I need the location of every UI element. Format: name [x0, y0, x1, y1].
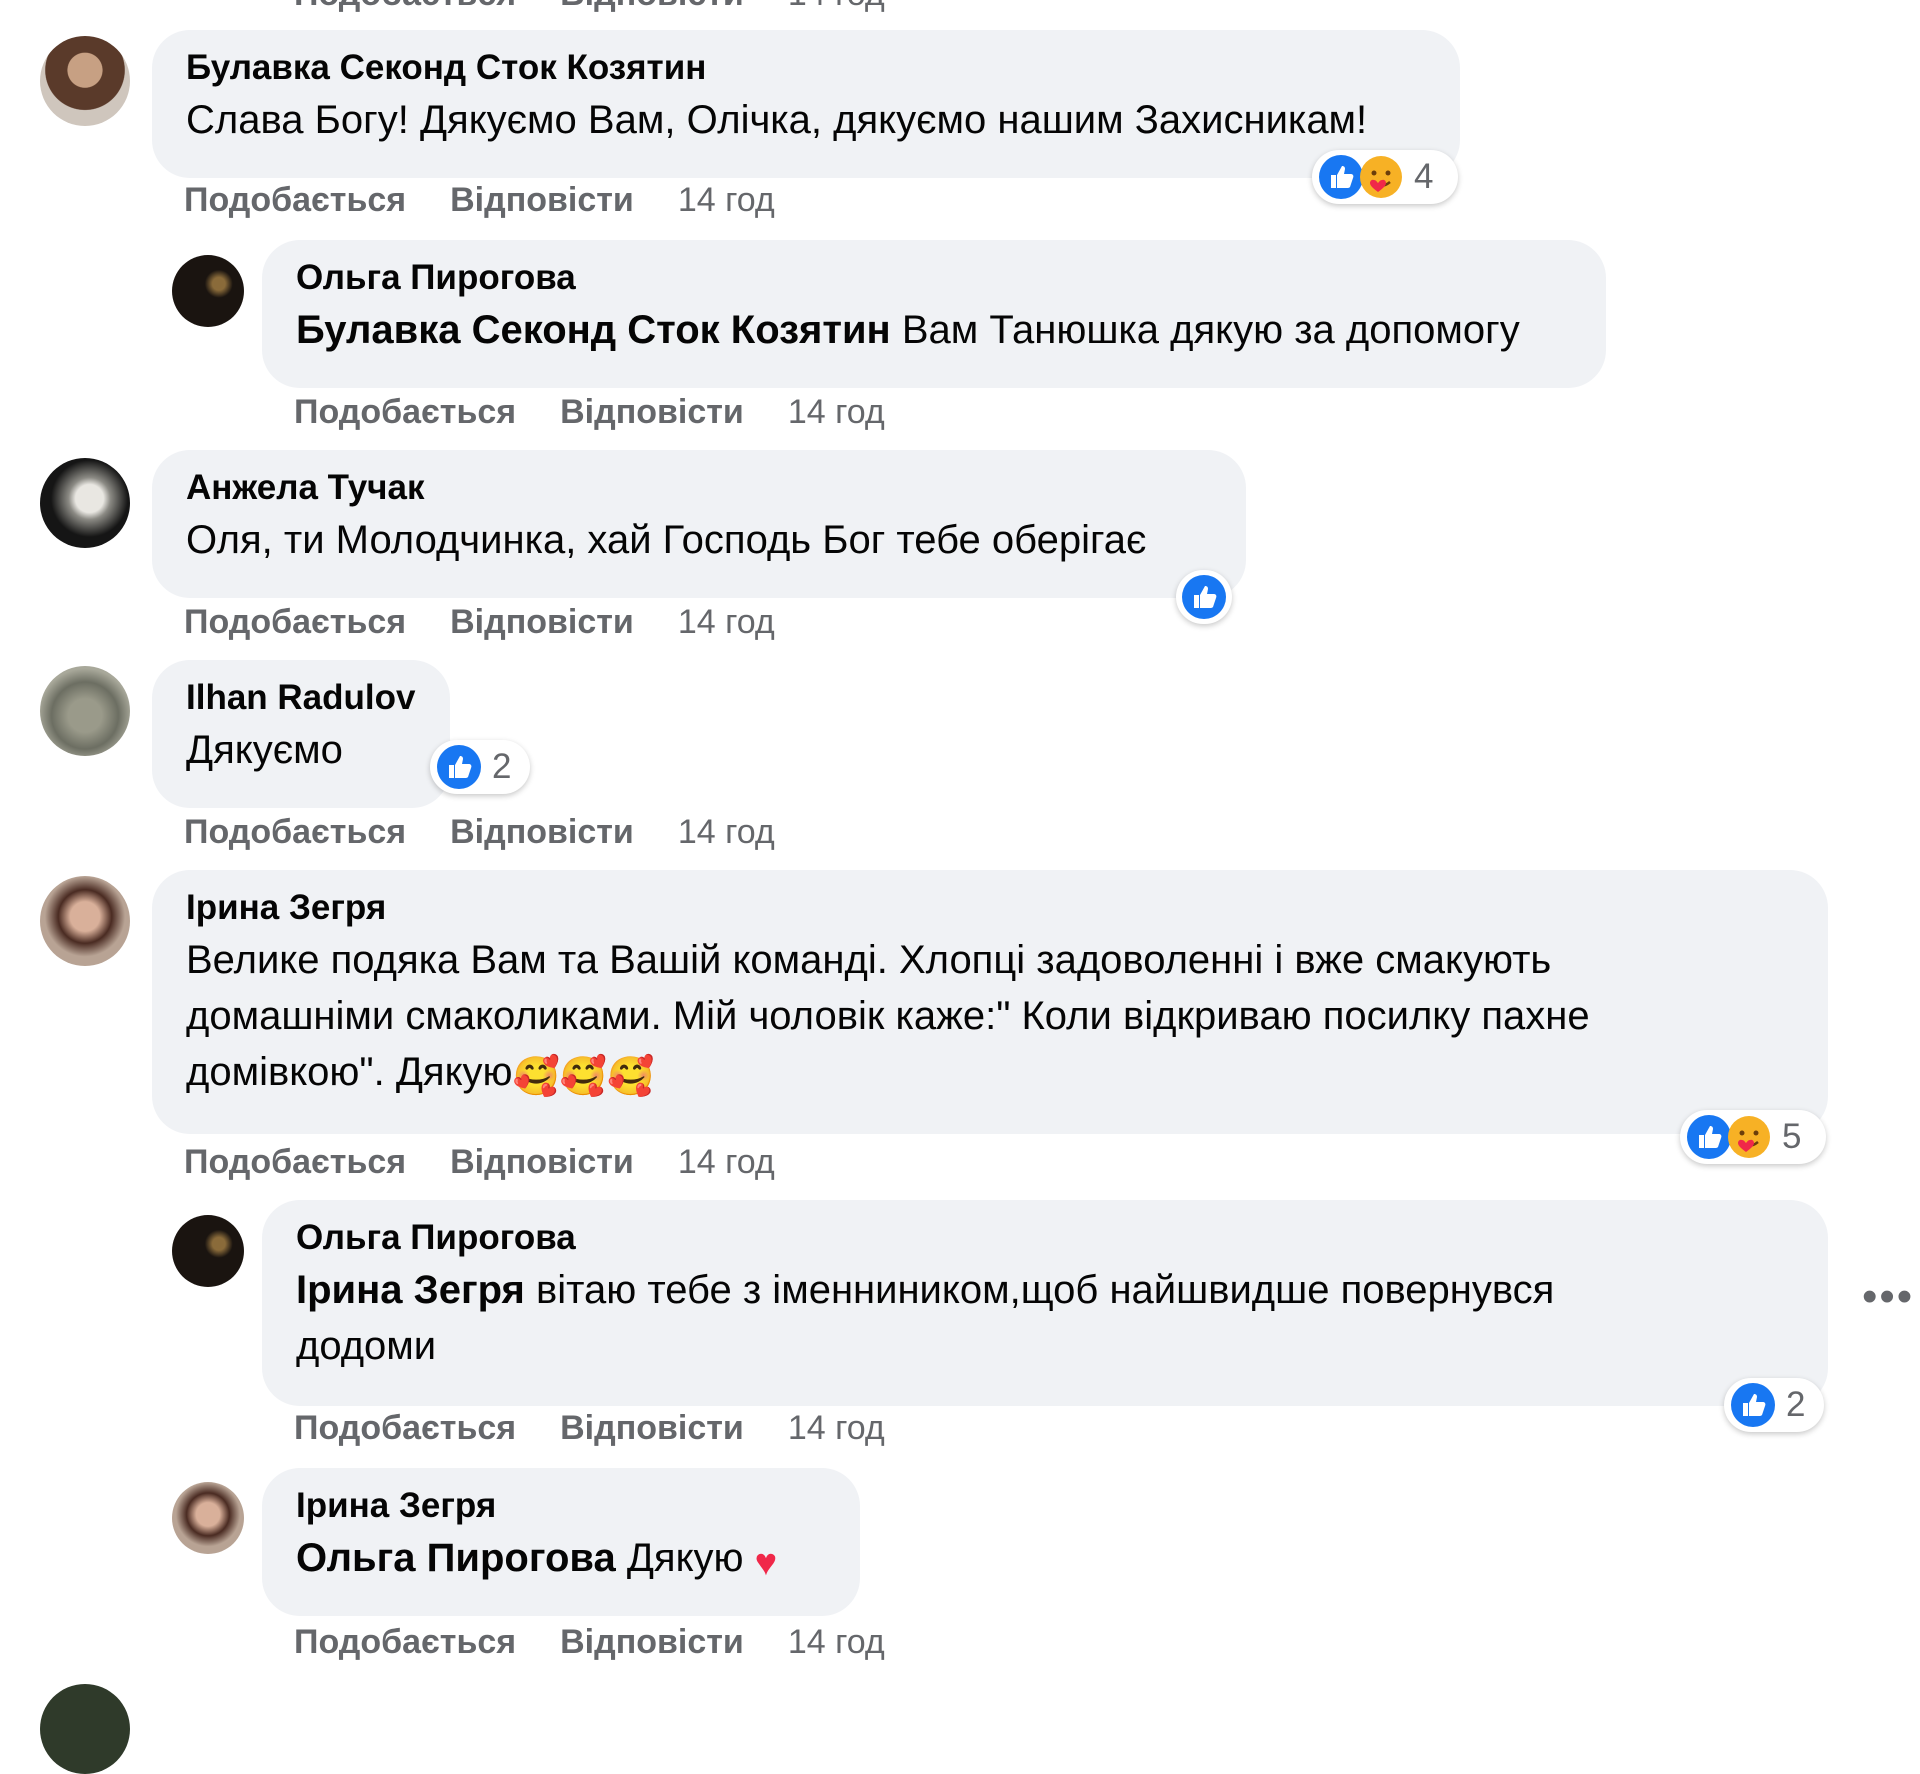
reply-action[interactable]: Відповісти: [450, 812, 634, 852]
timestamp[interactable]: 14 год: [678, 180, 775, 220]
reaction-summary[interactable]: [1176, 570, 1232, 624]
comment-bubble: Булавка Секонд Сток Козятин Слава Богу! …: [152, 30, 1460, 178]
avatar[interactable]: [172, 1215, 244, 1287]
comment-text-line: домашніми смаколиками. Мій чоловік каже:…: [186, 994, 1590, 1038]
reply-action[interactable]: Відповісти: [560, 1408, 744, 1448]
like-action[interactable]: Подобається: [294, 1408, 516, 1448]
avatar[interactable]: [40, 458, 130, 548]
comment-text: Велике подяка Вам та Вашій команді. Хлоп…: [186, 932, 1794, 1105]
comment-body: Вам Танюшка дякую за допомогу: [901, 308, 1520, 352]
reaction-count: 5: [1782, 1117, 1802, 1156]
care-icon: [1360, 156, 1402, 198]
comment-actions: Подобається Відповісти 14 год: [294, 392, 929, 432]
comment-bubble: Ірина Зегря Велике подяка Вам та Вашій к…: [152, 870, 1828, 1134]
like-action[interactable]: Подобається: [184, 180, 406, 220]
like-action[interactable]: Подобається: [294, 392, 516, 432]
comment-actions: Подобається Відповісти 14 год: [294, 1622, 929, 1662]
like-action[interactable]: Подобається: [184, 1142, 406, 1182]
like-action[interactable]: Подобається: [184, 602, 406, 642]
reaction-count: 4: [1414, 157, 1434, 196]
comment-author[interactable]: Ірина Зегря: [186, 888, 1794, 928]
comment-author[interactable]: Анжела Тучак: [186, 468, 1212, 508]
comment-actions: Подобається Відповісти 14 год: [184, 180, 819, 220]
comment-actions: Подобається Відповісти 14 год: [184, 1142, 819, 1182]
reply-action[interactable]: Відповісти: [450, 180, 634, 220]
like-action[interactable]: Подобається: [294, 1622, 516, 1662]
comment-text: Ольга Пирогова Дякую ♥: [296, 1536, 778, 1584]
comment-bubble: Анжела Тучак Оля, ти Молодчинка, хай Гос…: [152, 450, 1246, 598]
reply-action[interactable]: Відповісти: [560, 392, 744, 432]
timestamp[interactable]: 14 год: [788, 392, 885, 432]
like-action[interactable]: Подобається: [184, 812, 406, 852]
avatar[interactable]: [40, 666, 130, 756]
care-icon: [1728, 1116, 1770, 1158]
avatar[interactable]: [172, 255, 244, 327]
comment-author[interactable]: Ірина Зегря: [296, 1486, 826, 1526]
reply-action[interactable]: Відповісти: [450, 602, 634, 642]
comment-text: Оля, ти Молодчинка, хай Господь Бог тебе…: [186, 518, 1147, 562]
reaction-summary[interactable]: 4: [1312, 150, 1458, 204]
timestamp[interactable]: 14 год: [678, 812, 775, 852]
partial-actions-row: Подобається Відповісти 14 год: [294, 0, 929, 14]
comment-author[interactable]: Ольга Пирогова: [296, 258, 1572, 298]
comment-bubble: Ольга Пирогова Ірина Зегря вітаю тебе з …: [262, 1200, 1828, 1406]
mention-link[interactable]: Булавка Секонд Сток Козятин: [296, 308, 891, 352]
avatar[interactable]: [40, 876, 130, 966]
like-icon: [1731, 1383, 1775, 1427]
comment-text-line: Велике подяка Вам та Вашій команді. Хлоп…: [186, 938, 1552, 982]
comment-text-line: Ірина Зегря вітаю тебе з іменниником,щоб…: [296, 1268, 1555, 1312]
reaction-summary[interactable]: 2: [430, 740, 530, 794]
timestamp: 14 год: [788, 0, 885, 14]
comment-actions: Подобається Відповісти 14 год: [184, 812, 819, 852]
reply-action[interactable]: Відповісти: [560, 1622, 744, 1662]
timestamp[interactable]: 14 год: [788, 1622, 885, 1662]
reaction-count: 2: [492, 747, 512, 786]
reaction-summary[interactable]: 2: [1724, 1378, 1824, 1432]
comment-author[interactable]: Ольга Пирогова: [296, 1218, 1794, 1258]
timestamp[interactable]: 14 год: [788, 1408, 885, 1448]
heart-emoji: ♥: [754, 1542, 778, 1584]
avatar[interactable]: [40, 1684, 130, 1774]
comment-text-line: домівкою". Дякую🥰🥰🥰: [186, 1050, 655, 1098]
comment-text: Дякуємо: [186, 728, 343, 772]
like-action[interactable]: Подобається: [294, 0, 516, 14]
comment-actions: Подобається Відповісти 14 год: [184, 602, 819, 642]
comment-text: Ірина Зегря вітаю тебе з іменниником,щоб…: [296, 1262, 1794, 1374]
comment-bubble: Ilhan Radulov Дякуємо: [152, 660, 450, 808]
avatar[interactable]: [40, 36, 130, 126]
comment-text: Булавка Секонд Сток Козятин Вам Танюшка …: [296, 302, 1572, 358]
comment-bubble: Ірина Зегря Ольга Пирогова Дякую ♥: [262, 1468, 860, 1616]
more-options-icon[interactable]: •••: [1862, 1272, 1914, 1322]
comment-text-line: додоми: [296, 1324, 437, 1368]
reply-action[interactable]: Відповісти: [560, 0, 744, 14]
comment-text: Слава Богу! Дякуємо Вам, Олічка, дякуємо…: [186, 98, 1368, 142]
timestamp[interactable]: 14 год: [678, 602, 775, 642]
avatar[interactable]: [172, 1482, 244, 1554]
like-icon: [1182, 575, 1226, 619]
comment-author[interactable]: Булавка Секонд Сток Козятин: [186, 48, 1426, 88]
comment-author[interactable]: Ilhan Radulov: [186, 678, 416, 718]
reaction-summary[interactable]: 5: [1680, 1110, 1826, 1164]
mention-link[interactable]: Ірина Зегря: [296, 1268, 525, 1312]
mention-link[interactable]: Ольга Пирогова: [296, 1536, 616, 1580]
reaction-count: 2: [1786, 1385, 1806, 1424]
timestamp[interactable]: 14 год: [678, 1142, 775, 1182]
smiling-hearts-emoji: 🥰🥰🥰: [512, 1056, 655, 1098]
comment-bubble: Ольга Пирогова Булавка Секонд Сток Козят…: [262, 240, 1606, 388]
like-icon: [437, 745, 481, 789]
reply-action[interactable]: Відповісти: [450, 1142, 634, 1182]
comment-actions: Подобається Відповісти 14 год: [294, 1408, 929, 1448]
